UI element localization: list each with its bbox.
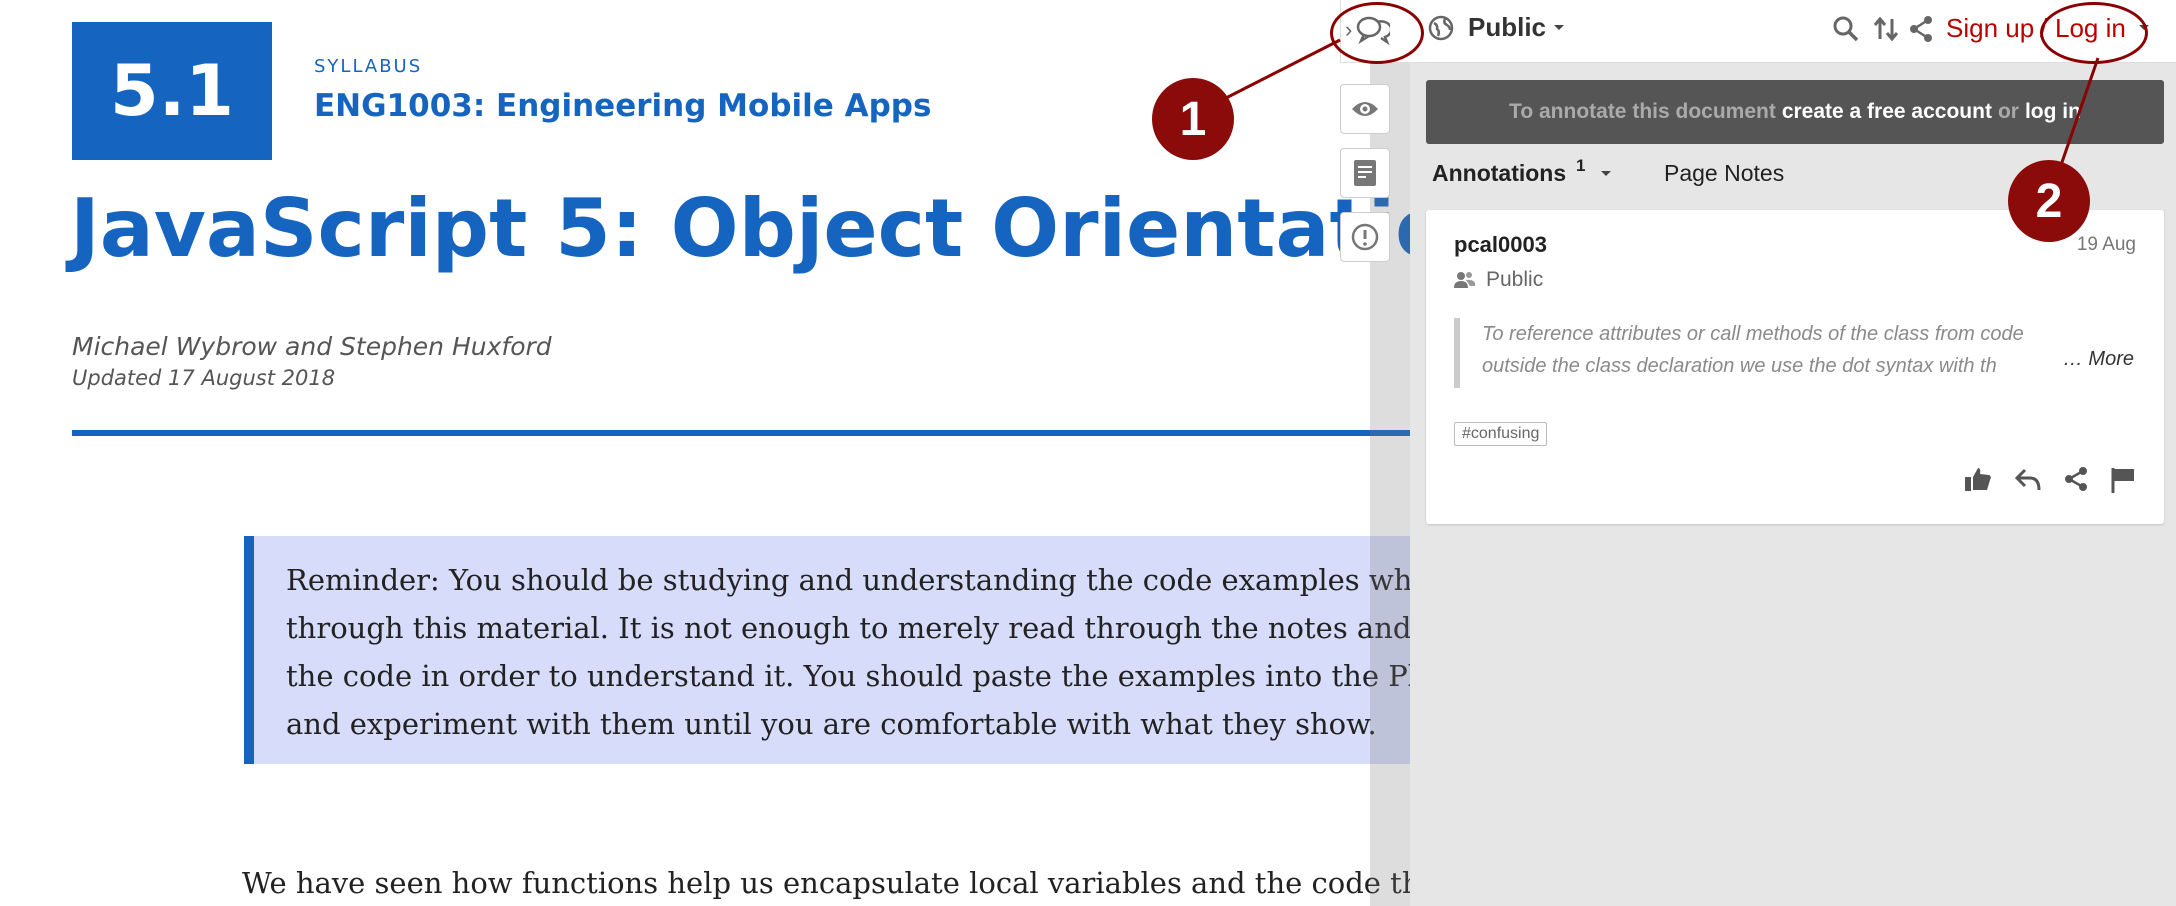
- callout-lines: [1225, 38, 2100, 169]
- callout-marker-2: 2: [2008, 160, 2090, 242]
- callout-marker-1: 1: [1152, 78, 1234, 160]
